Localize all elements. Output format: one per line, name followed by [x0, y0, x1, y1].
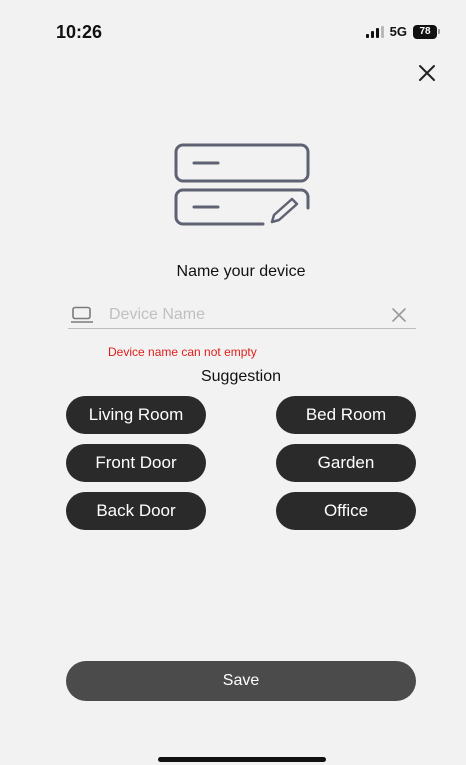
battery-level: 78 — [413, 24, 437, 39]
battery-icon: 78 — [413, 24, 440, 39]
device-name-field — [68, 302, 416, 329]
status-time: 10:26 — [56, 22, 103, 42]
close-icon — [419, 65, 435, 81]
suggestion-chip[interactable]: Living Room — [66, 396, 206, 434]
clear-icon[interactable] — [390, 306, 408, 324]
save-button[interactable]: Save — [66, 661, 416, 701]
suggestion-chip[interactable]: Back Door — [66, 492, 206, 530]
suggestion-chip[interactable]: Bed Room — [276, 396, 416, 434]
suggestion-chip[interactable]: Front Door — [66, 444, 206, 482]
signal-icon — [365, 25, 384, 38]
error-message: Device name can not empty — [108, 345, 257, 359]
device-icon — [71, 306, 93, 323]
home-indicator[interactable] — [158, 757, 326, 762]
network-type: 5G — [389, 24, 407, 39]
page-title: Name your device — [176, 263, 306, 280]
status-indicators: 5G 78 — [365, 24, 440, 39]
suggestion-chip[interactable]: Office — [276, 492, 416, 530]
suggestion-label: Suggestion — [200, 368, 282, 385]
suggestion-chip[interactable]: Garden — [276, 444, 416, 482]
close-button[interactable] — [414, 60, 440, 86]
status-bar: 10:26 5G 78 — [0, 0, 466, 60]
device-rename-illustration — [174, 143, 310, 226]
device-name-input[interactable] — [109, 306, 390, 324]
